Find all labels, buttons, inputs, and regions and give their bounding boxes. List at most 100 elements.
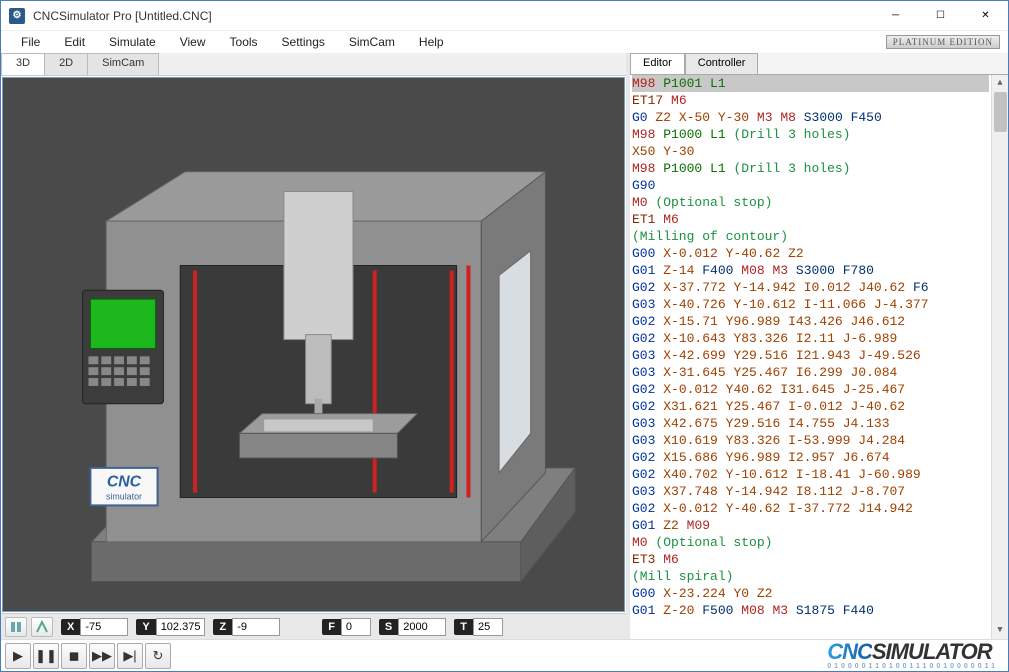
axis-f-value: 0 — [341, 618, 371, 636]
axis-t-value: 25 — [473, 618, 503, 636]
scroll-thumb[interactable] — [994, 92, 1007, 132]
stop-button[interactable]: ◼ — [61, 643, 87, 669]
menu-tools[interactable]: Tools — [218, 33, 270, 51]
tab-controller[interactable]: Controller — [685, 53, 759, 74]
code-line[interactable]: G03 X-42.699 Y29.516 I21.943 J-49.526 — [632, 347, 989, 364]
code-line[interactable]: G02 X-15.71 Y96.989 I43.426 J46.612 — [632, 313, 989, 330]
pause-button[interactable]: ❚❚ — [33, 643, 59, 669]
code-line[interactable]: G03 X-40.726 Y-10.612 I-11.066 J-4.377 — [632, 296, 989, 313]
maximize-button[interactable]: ☐ — [918, 1, 963, 30]
editor-scrollbar[interactable]: ▲ ▼ — [991, 75, 1008, 639]
axis-s-value: 2000 — [398, 618, 446, 636]
tab-simcam[interactable]: SimCam — [87, 53, 159, 75]
code-line[interactable]: G00 X-0.012 Y-40.62 Z2 — [632, 245, 989, 262]
axis-y: Y 102.375 — [136, 618, 205, 636]
brand-sub: 0100001101001110010000011 — [827, 663, 998, 670]
code-line[interactable]: G03 X37.748 Y-14.942 I8.112 J-8.707 — [632, 483, 989, 500]
code-line[interactable]: G02 X40.702 Y-10.612 I-18.41 J-60.989 — [632, 466, 989, 483]
brand-cnc: CNC — [827, 639, 872, 664]
menu-help[interactable]: Help — [407, 33, 456, 51]
axis-y-value: 102.375 — [156, 618, 206, 636]
close-button[interactable]: ✕ — [963, 1, 1008, 30]
tab-3d[interactable]: 3D — [1, 53, 45, 75]
loop-button[interactable]: ↻ — [145, 643, 171, 669]
axis-z: Z -9 — [213, 618, 280, 636]
code-line[interactable]: G02 X15.686 Y96.989 I2.957 J6.674 — [632, 449, 989, 466]
code-line[interactable]: G03 X-31.645 Y25.467 I6.299 J0.084 — [632, 364, 989, 381]
tab-editor[interactable]: Editor — [630, 53, 685, 74]
axis-z-label: Z — [213, 619, 232, 635]
axis-statusbar: X -75 Y 102.375 Z -9 F 0 S 2000 T 2 — [1, 613, 626, 639]
right-pane: Editor Controller M98 P1001 L1ET17 M6G0 … — [630, 53, 1008, 639]
menu-settings[interactable]: Settings — [270, 33, 337, 51]
svg-text:CNC: CNC — [107, 474, 142, 491]
code-line[interactable]: ET17 M6 — [632, 92, 989, 109]
code-line[interactable]: M0 (Optional stop) — [632, 194, 989, 211]
code-line[interactable]: (Mill spiral) — [632, 568, 989, 585]
axis-x: X -75 — [61, 618, 128, 636]
titlebar: ⚙ CNCSimulator Pro [Untitled.CNC] ─ ☐ ✕ — [1, 1, 1008, 31]
left-pane: 3D 2D SimCam — [1, 53, 630, 639]
axis-f: F 0 — [322, 618, 371, 636]
axis-t: T 25 — [454, 618, 503, 636]
axis-f-label: F — [322, 619, 341, 635]
code-line[interactable]: ET3 M6 — [632, 551, 989, 568]
menu-file[interactable]: File — [9, 33, 52, 51]
tab-2d[interactable]: 2D — [44, 53, 88, 75]
sb-tool-2[interactable] — [31, 617, 53, 637]
code-line[interactable]: G01 Z-20 F500 M08 M3 S1875 F440 — [632, 602, 989, 619]
axis-z-value: -9 — [232, 618, 280, 636]
menubar: File Edit Simulate View Tools Settings S… — [1, 31, 1008, 53]
menu-edit[interactable]: Edit — [52, 33, 97, 51]
code-line[interactable]: G02 X-37.772 Y-14.942 I0.012 J40.62 F6 — [632, 279, 989, 296]
edition-badge: PLATINUM EDITION — [886, 35, 1000, 49]
code-line[interactable]: M98 P1000 L1 (Drill 3 holes) — [632, 160, 989, 177]
code-line[interactable]: G03 X10.619 Y83.326 I-53.999 J4.284 — [632, 432, 989, 449]
scroll-up-icon[interactable]: ▲ — [992, 75, 1008, 92]
app-icon: ⚙ — [9, 8, 25, 24]
view-tabs: 3D 2D SimCam — [1, 53, 626, 76]
axis-t-label: T — [454, 619, 473, 635]
code-body[interactable]: M98 P1001 L1ET17 M6G0 Z2 X-50 Y-30 M3 M8… — [630, 75, 991, 639]
play-button[interactable]: ▶ — [5, 643, 31, 669]
axis-s-label: S — [379, 619, 398, 635]
code-line[interactable]: M98 P1000 L1 (Drill 3 holes) — [632, 126, 989, 143]
brand-sim: SIMULATOR — [872, 639, 992, 664]
3d-viewport[interactable]: CNC simulator — [2, 77, 625, 612]
transport-bar: ▶ ❚❚ ◼ ▶▶ ▶| ↻ CNCSIMULATOR 010000110100… — [1, 639, 1008, 671]
code-editor[interactable]: M98 P1001 L1ET17 M6G0 Z2 X-50 Y-30 M3 M8… — [630, 75, 1008, 639]
code-line[interactable]: (Milling of contour) — [632, 228, 989, 245]
menu-simcam[interactable]: SimCam — [337, 33, 407, 51]
code-line[interactable]: M98 P1001 L1 — [632, 75, 989, 92]
code-line[interactable]: X50 Y-30 — [632, 143, 989, 160]
brand-logo: CNCSIMULATOR 0100001101001110010000011 — [827, 641, 1004, 670]
code-line[interactable]: G00 X-23.224 Y0 Z2 — [632, 585, 989, 602]
menu-simulate[interactable]: Simulate — [97, 33, 168, 51]
step-button[interactable]: ▶| — [117, 643, 143, 669]
axis-x-value: -75 — [80, 618, 128, 636]
svg-text:simulator: simulator — [106, 491, 142, 501]
workspace: 3D 2D SimCam — [1, 53, 1008, 639]
code-line[interactable]: G01 Z2 M09 — [632, 517, 989, 534]
axis-y-label: Y — [136, 619, 155, 635]
menu-view[interactable]: View — [168, 33, 218, 51]
code-line[interactable]: M0 (Optional stop) — [632, 534, 989, 551]
window-buttons: ─ ☐ ✕ — [873, 1, 1008, 30]
code-line[interactable]: G02 X-10.643 Y83.326 I2.11 J-6.989 — [632, 330, 989, 347]
code-line[interactable]: G0 Z2 X-50 Y-30 M3 M8 S3000 F450 — [632, 109, 989, 126]
code-line[interactable]: G03 X42.675 Y29.516 I4.755 J4.133 — [632, 415, 989, 432]
code-line[interactable]: ET1 M6 — [632, 211, 989, 228]
axis-x-label: X — [61, 619, 80, 635]
fast-forward-button[interactable]: ▶▶ — [89, 643, 115, 669]
code-line[interactable]: G02 X-0.012 Y-40.62 I-37.772 J14.942 — [632, 500, 989, 517]
editor-tabs: Editor Controller — [630, 53, 1008, 75]
code-line[interactable]: G90 — [632, 177, 989, 194]
sb-tool-1[interactable] — [5, 617, 27, 637]
window-title: CNCSimulator Pro [Untitled.CNC] — [33, 9, 212, 23]
axis-s: S 2000 — [379, 618, 446, 636]
minimize-button[interactable]: ─ — [873, 1, 918, 30]
code-line[interactable]: G02 X-0.012 Y40.62 I31.645 J-25.467 — [632, 381, 989, 398]
code-line[interactable]: G02 X31.621 Y25.467 I-0.012 J-40.62 — [632, 398, 989, 415]
code-line[interactable]: G01 Z-14 F400 M08 M3 S3000 F780 — [632, 262, 989, 279]
scroll-down-icon[interactable]: ▼ — [992, 622, 1008, 639]
